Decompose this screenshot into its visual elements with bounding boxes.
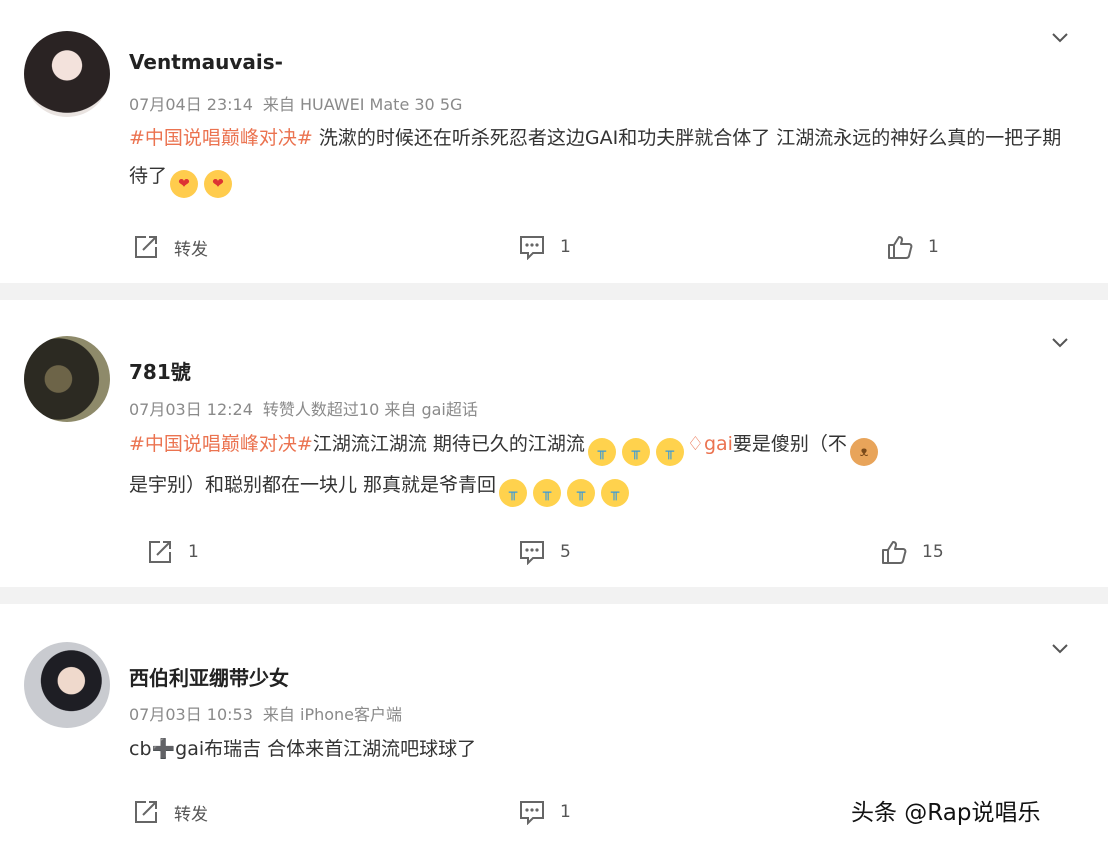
- post-content: #中国说唱巅峰对决# 洗漱的时候还在听杀死忍者这边GAI和功夫胖就合体了 江湖流…: [129, 119, 1074, 198]
- post-date: 07月04日 23:14: [129, 95, 253, 114]
- repost-icon: [135, 801, 157, 823]
- like-button[interactable]: 15: [880, 537, 944, 567]
- post-meta: 07月03日 10:53 来自 iPhone客户端: [129, 701, 412, 725]
- repost-button[interactable]: 转发: [132, 797, 208, 827]
- username[interactable]: 西伯利亚绷带少女: [129, 662, 289, 691]
- post-content: cb➕gai布瑞吉 合体来首江湖流吧球球了: [129, 730, 1074, 768]
- comment-icon: [520, 541, 544, 565]
- thumbs-up-icon: [888, 236, 913, 259]
- chevron-down-icon[interactable]: [1050, 27, 1070, 47]
- post-text: cb➕gai布瑞吉 合体来首江湖流吧球球了: [129, 738, 477, 760]
- username[interactable]: Ventmauvais-: [129, 50, 283, 74]
- post-text: 要是傻别（不: [732, 433, 847, 455]
- post-text: 江湖流江湖流 期待已久的江湖流: [312, 433, 585, 455]
- comment-icon: [520, 801, 544, 825]
- avatar[interactable]: [24, 336, 110, 422]
- crying-emoji-icon: ╥: [621, 438, 650, 466]
- chevron-down-icon[interactable]: [1050, 332, 1070, 352]
- action-bar: 1 5 15: [0, 537, 1108, 567]
- post-card: Ventmauvais- 07月04日 23:14 来自 HUAWEI Mate …: [0, 0, 1108, 283]
- post-content: #中国说唱巅峰对决#江湖流江湖流 期待已久的江湖流 ╥ ╥ ╥ ♢gai要是傻别（不 ᴥ 是…: [129, 425, 1074, 507]
- post-source: 来自 HUAWEI Mate 30 5G: [262, 95, 463, 114]
- post-meta: 07月04日 23:14 来自 HUAWEI Mate 30 5G: [129, 91, 472, 115]
- mention-link[interactable]: ♢gai: [687, 433, 733, 455]
- post-date: 07月03日 12:24: [129, 400, 253, 419]
- hashtag-link[interactable]: #中国说唱巅峰对决#: [129, 127, 313, 149]
- post-card: 781號 07月03日 12:24 转赞人数超过10 来自 gai超话 #中国说唱…: [0, 300, 1108, 587]
- chevron-down-icon[interactable]: [1050, 638, 1070, 658]
- avatar[interactable]: [24, 642, 110, 728]
- action-bar: 转发 1 1: [0, 232, 1108, 262]
- comment-count: 5: [560, 542, 571, 562]
- repost-button[interactable]: 转发: [132, 232, 208, 262]
- mention-name: gai: [703, 433, 733, 455]
- repost-count: 1: [188, 542, 199, 562]
- username[interactable]: 781號: [129, 356, 191, 385]
- crying-emoji-icon: ╥: [499, 479, 528, 507]
- hashtag-link[interactable]: #中国说唱巅峰对决#: [129, 433, 313, 455]
- comment-icon: [520, 236, 544, 260]
- comment-button[interactable]: 1: [518, 797, 571, 827]
- post-source: 来自 iPhone客户端: [262, 705, 403, 724]
- repost-label: 转发: [174, 804, 208, 825]
- comment-button[interactable]: 5: [518, 537, 571, 567]
- like-button[interactable]: 1: [886, 232, 939, 262]
- kiss-emoji-icon: ❤: [204, 170, 233, 198]
- avatar[interactable]: [24, 31, 110, 117]
- comment-button[interactable]: 1: [518, 232, 571, 262]
- comment-count: 1: [560, 237, 571, 257]
- crying-emoji-icon: ╥: [567, 479, 596, 507]
- crying-emoji-icon: ╥: [655, 438, 684, 466]
- kiss-emoji-icon: ❤: [170, 170, 199, 198]
- post-source: 转赞人数超过10 来自 gai超话: [262, 400, 478, 419]
- crying-emoji-icon: ╥: [601, 479, 630, 507]
- repost-icon: [135, 236, 157, 258]
- repost-label: 转发: [174, 239, 208, 260]
- comment-count: 1: [560, 802, 571, 822]
- like-count: 15: [922, 542, 944, 562]
- diamond-icon: ♢: [686, 433, 704, 455]
- like-count: 1: [928, 237, 939, 257]
- thumbs-up-icon: [882, 541, 907, 564]
- doge-emoji-icon: ᴥ: [849, 438, 878, 466]
- post-date: 07月03日 10:53: [129, 705, 253, 724]
- watermark: 头条 @Rap说唱乐: [851, 800, 1041, 826]
- repost-button[interactable]: 1: [146, 537, 199, 567]
- post-text: 是宇别）和聪别都在一块儿 那真就是爷青回: [129, 474, 497, 496]
- repost-icon: [149, 541, 171, 563]
- post-meta: 07月03日 12:24 转赞人数超过10 来自 gai超话: [129, 396, 488, 420]
- crying-emoji-icon: ╥: [533, 479, 562, 507]
- crying-emoji-icon: ╥: [587, 438, 616, 466]
